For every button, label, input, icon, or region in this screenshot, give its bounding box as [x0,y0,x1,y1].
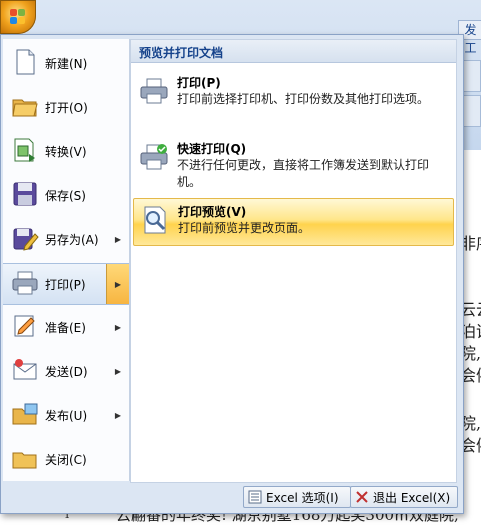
print-submenu: 预览并打印文档 打印(P) 打印前选择打印机、打印份数及其他打印选项。 快速打印… [130,39,457,483]
prepare-icon [14,315,35,337]
menu-item-label: 打印(P) [45,277,86,292]
menu-left-pane: 新建(N) 打开(O) 转换(V) 保存(S) 另存为(A) ▶ 打印(P) ▶… [3,39,130,481]
submenu-item-desc: 不进行任何更改，直接将工作簿发送到默认打印机。 [177,158,430,189]
submenu-title: 预览并打印文档 [139,46,224,60]
save-as-icon [13,228,39,251]
menu-item-label: 新建(N) [45,56,88,71]
menu-item-label: 打开(O) [45,100,88,115]
options-icon [248,490,262,504]
menu-item-label: 准备(E) [45,320,86,335]
menu-item-new[interactable]: 新建(N) [3,43,129,83]
submenu-arrow-icon: ▶ [114,366,121,376]
close-folder-icon [12,452,37,469]
submenu-item-print[interactable]: 打印(P) 打印前选择打印机、打印份数及其他打印选项。 [133,70,452,128]
menu-item-save[interactable]: 保存(S) [3,175,129,215]
open-folder-icon [12,99,38,117]
convert-icon [14,138,35,162]
save-disk-icon [13,182,37,206]
menu-item-label: 转换(V) [45,144,87,159]
submenu-item-quick-print[interactable]: 快速打印(Q) 不进行任何更改，直接将工作簿发送到默认打印机。 [133,136,452,194]
office-logo-icon [10,9,25,24]
submenu-arrow-icon: ▶ [114,322,121,332]
exit-excel-label: 退出 Excel(X) [373,490,451,505]
menu-item-save-as[interactable]: 另存为(A) ▶ [3,219,129,259]
submenu-item-desc: 打印前预览并更改页面。 [178,221,311,235]
submenu-arrow-icon: ▶ [114,279,121,289]
printer-icon [12,271,38,295]
menu-item-label: 关闭(C) [45,452,87,467]
menu-item-convert[interactable]: 转换(V) [3,131,129,171]
menu-item-send[interactable]: 发送(D) ▶ [3,351,129,391]
menu-item-open[interactable]: 打开(O) [3,87,129,127]
menu-item-print[interactable]: 打印(P) ▶ [3,263,129,305]
submenu-item-title: 打印(P) [177,76,221,90]
submenu-item-title: 快速打印(Q) [177,142,247,156]
submenu-item-print-preview[interactable]: 打印预览(V) 打印前预览并更改页面。 [133,198,454,246]
send-icon [13,359,37,380]
print-preview-icon [144,206,166,234]
menu-item-label: 保存(S) [45,188,86,203]
submenu-arrow-icon: ▶ [114,410,121,420]
quick-print-icon [140,144,168,170]
new-document-icon [16,49,35,75]
excel-options-label: Excel 选项(I) [266,490,339,505]
menu-item-label: 发送(D) [45,364,88,379]
excel-options-button[interactable]: Excel 选项(I) [243,486,351,508]
submenu-item-title: 打印预览(V) [178,205,247,219]
office-menu: 新建(N) 打开(O) 转换(V) 保存(S) 另存为(A) ▶ 打印(P) ▶… [0,34,464,514]
submenu-item-desc: 打印前选择打印机、打印份数及其他打印选项。 [177,92,430,106]
publish-icon [12,403,38,425]
submenu-arrow-icon: ▶ [114,234,121,244]
menu-item-close[interactable]: 关闭(C) [3,439,129,479]
printer-icon [140,78,168,104]
close-icon [356,491,368,503]
menu-item-label: 另存为(A) [45,232,99,247]
submenu-header: 预览并打印文档 [131,40,456,63]
menu-item-publish[interactable]: 发布(U) ▶ [3,395,129,435]
menu-item-prepare[interactable]: 准备(E) ▶ [3,307,129,347]
exit-excel-button[interactable]: 退出 Excel(X) [350,486,458,508]
menu-item-label: 发布(U) [45,408,88,423]
